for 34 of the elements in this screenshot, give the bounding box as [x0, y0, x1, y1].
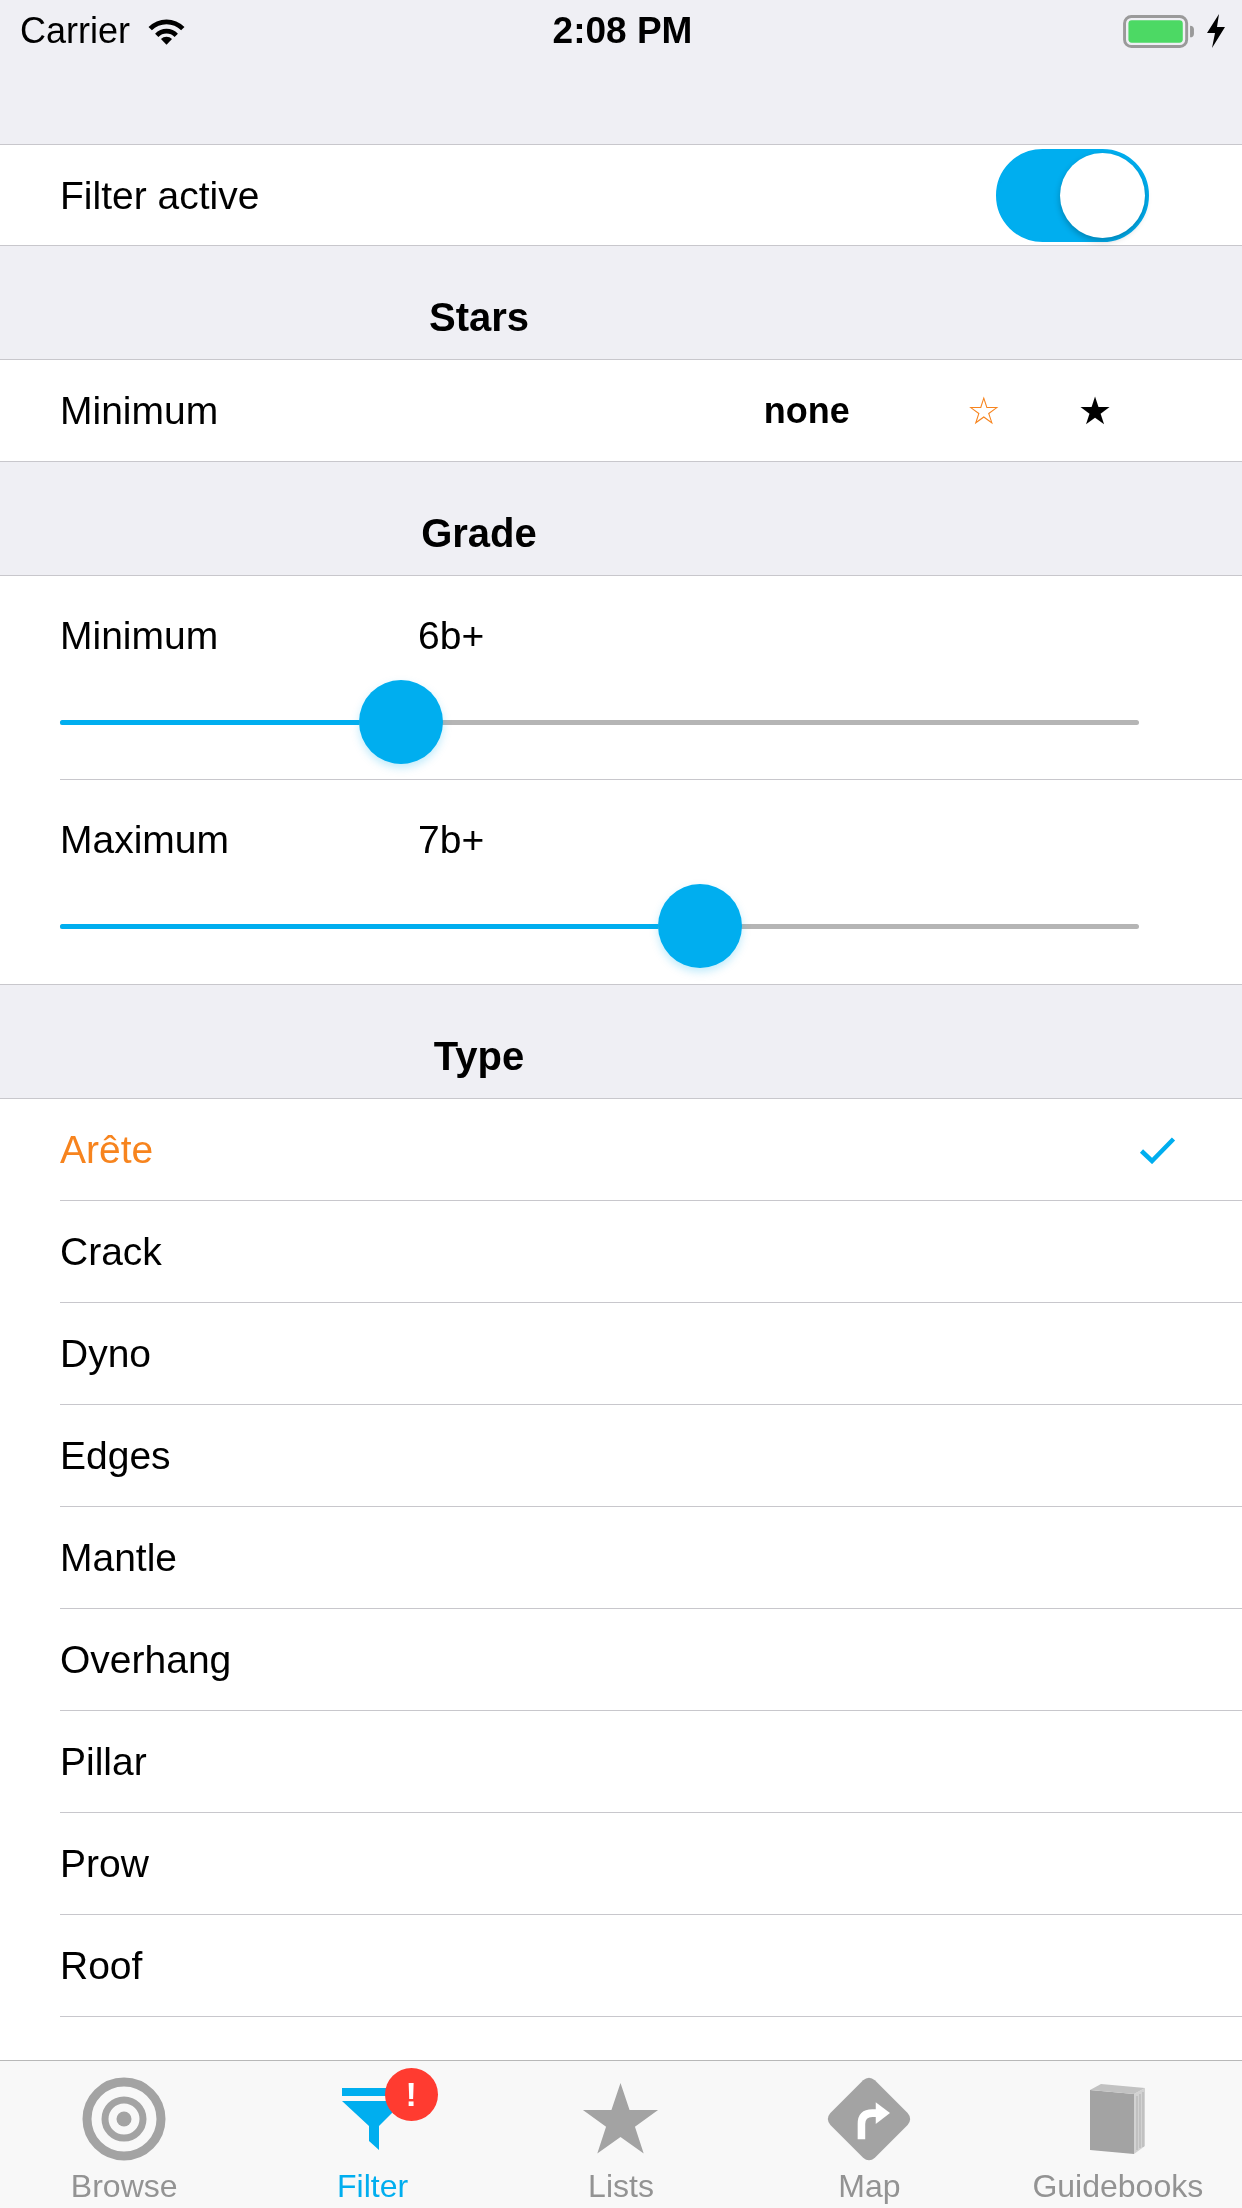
rating-option[interactable]: none — [763, 389, 850, 432]
list-item[interactable]: Roof — [60, 1915, 1242, 2017]
list-item[interactable]: Prow — [60, 1813, 1242, 1915]
list-item[interactable]: Overhang — [60, 1609, 1242, 1711]
section-title: Grade — [421, 510, 537, 557]
list-item[interactable]: Pillar — [60, 1711, 1242, 1813]
slider-value: 7b+ — [418, 817, 485, 863]
section-title: Stars — [428, 294, 530, 341]
alert-badge: ! — [384, 2068, 438, 2121]
slider-track[interactable] — [60, 680, 1139, 764]
list-item[interactable]: Mantle — [60, 1507, 1242, 1609]
rating-label: Minimum — [60, 388, 220, 434]
turn-sign-icon — [827, 2077, 912, 2161]
wifi-icon — [148, 17, 185, 45]
list-item[interactable]: Dyno — [60, 1303, 1242, 1405]
slider-track[interactable] — [60, 884, 1139, 968]
checkmark-icon — [1139, 1135, 1176, 1164]
filter-label: Filter active — [60, 172, 260, 219]
star-icon — [582, 2082, 660, 2156]
section-title: Type — [433, 1033, 525, 1080]
carrier-label: Carrier — [20, 10, 130, 52]
time-label: 2:08 PM — [552, 10, 693, 52]
book-icon — [1089, 2084, 1146, 2154]
slider-value: 6b+ — [418, 613, 485, 659]
slider-thumb[interactable] — [358, 680, 443, 764]
slider-label: Minimum — [60, 613, 220, 659]
slider-label: Maximum — [60, 817, 230, 863]
rating-option[interactable]: ★ — [1077, 389, 1112, 432]
list-item[interactable]: Edges — [60, 1405, 1242, 1507]
battery-icon — [1123, 14, 1195, 48]
list-item[interactable]: Crack — [60, 1201, 1242, 1303]
lightning-bolt-icon — [1207, 14, 1225, 48]
slider-thumb[interactable] — [657, 884, 742, 968]
target-icon — [82, 2077, 167, 2161]
